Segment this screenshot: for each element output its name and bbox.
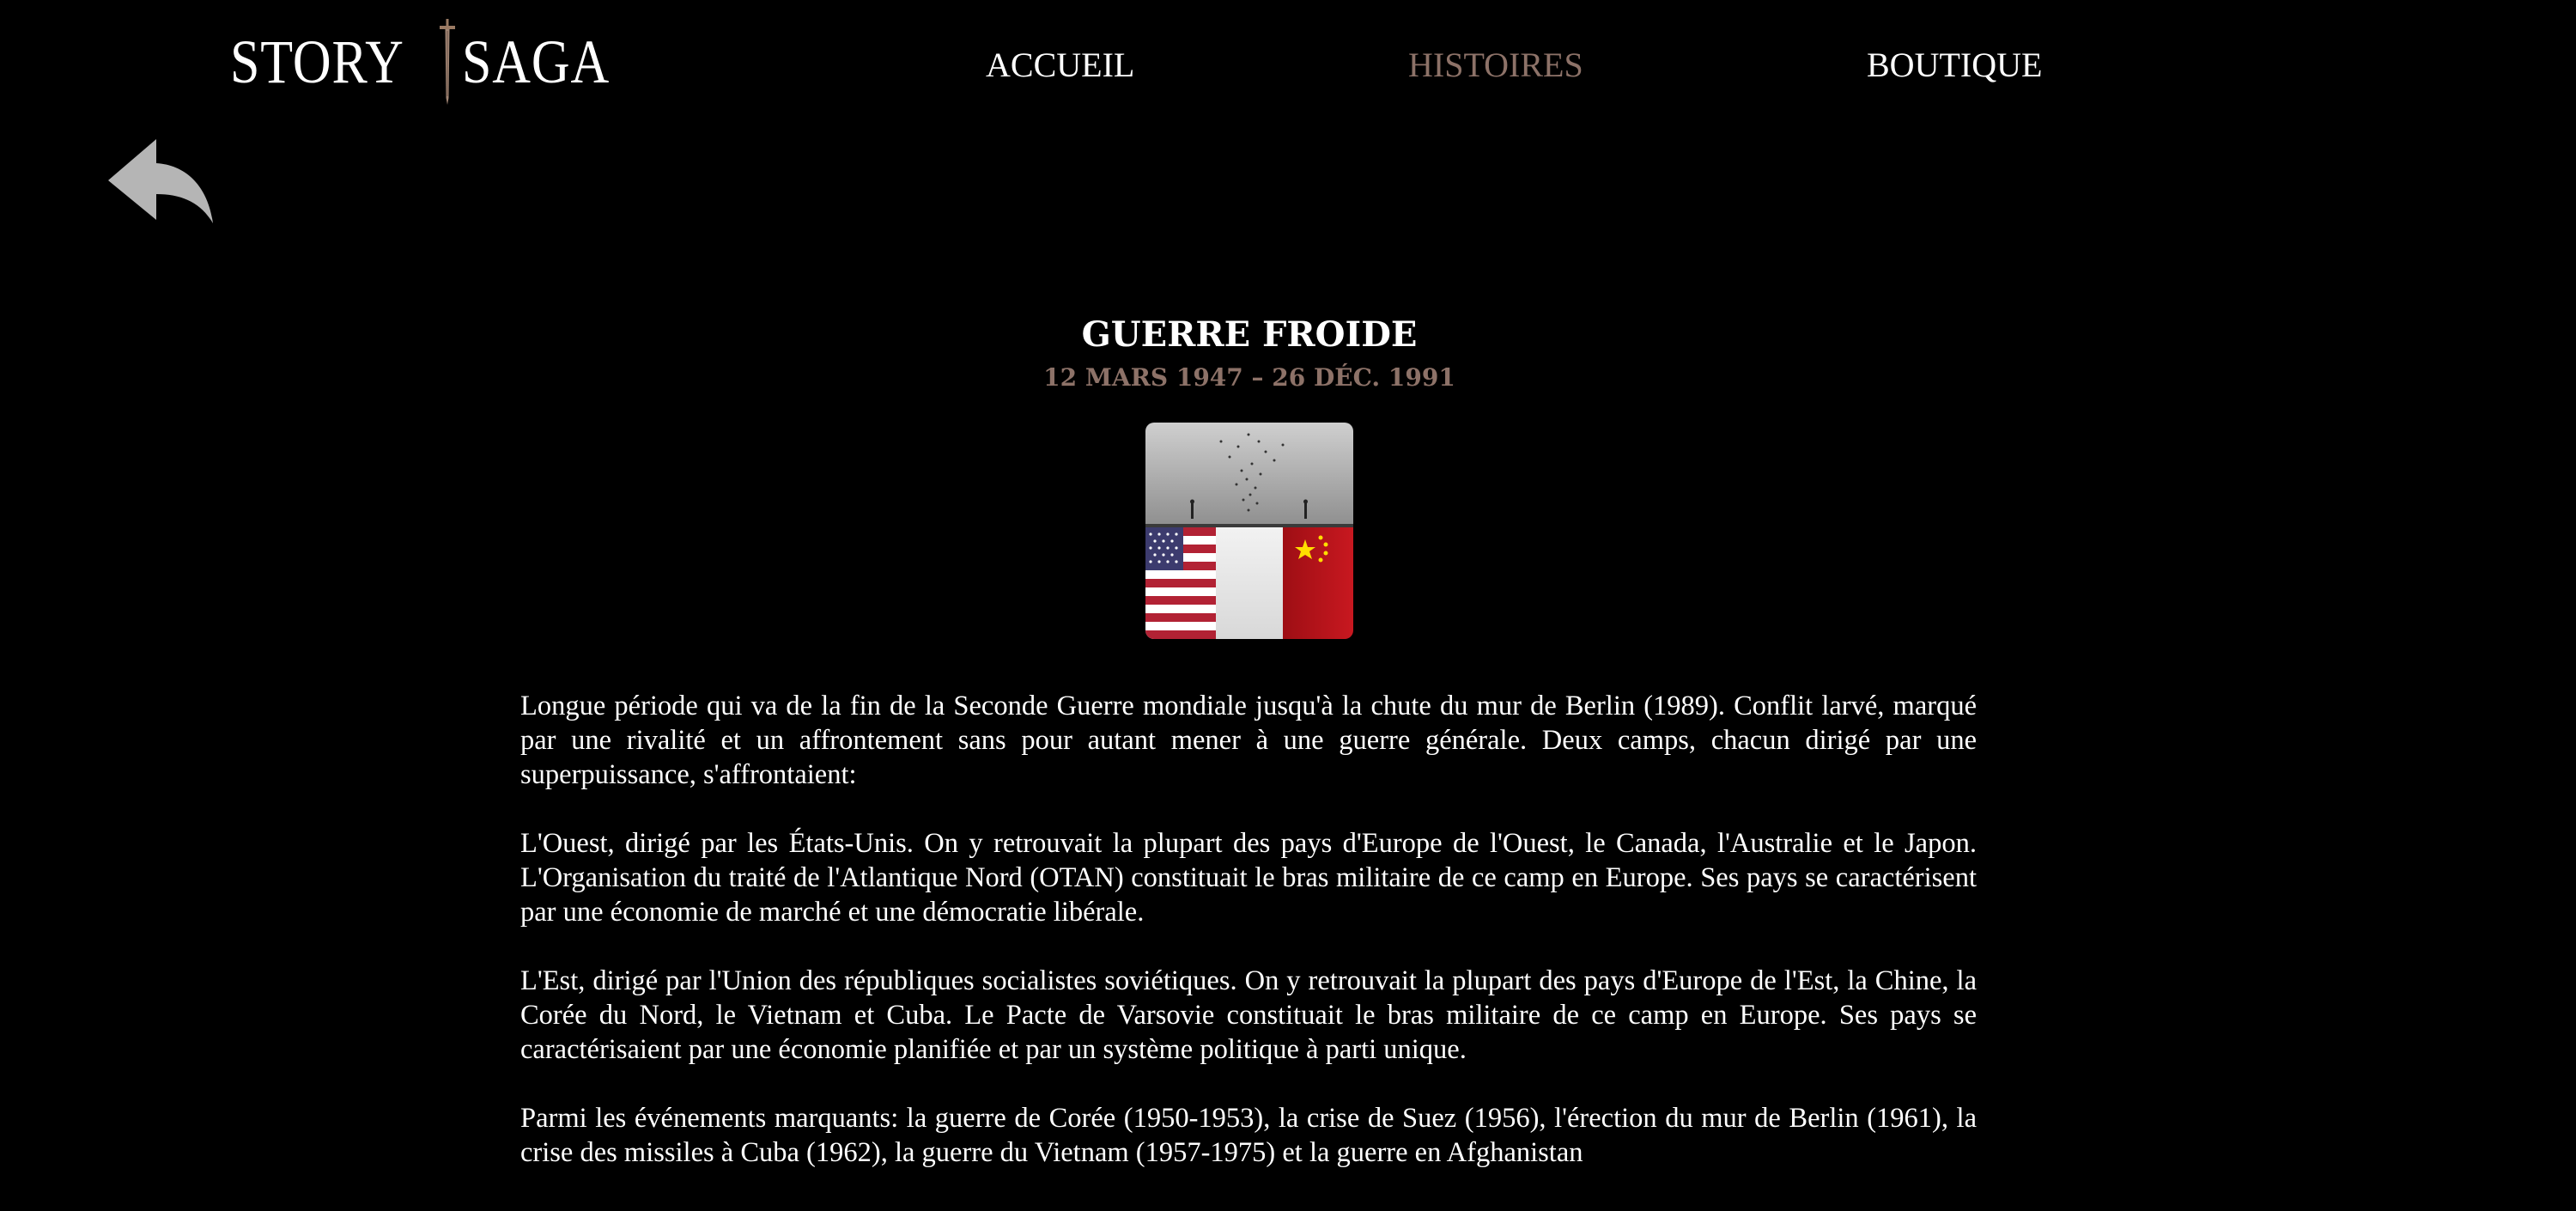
story-paragraph: Longue période qui va de la fin de la Se… <box>520 691 1977 790</box>
nav-histoires[interactable]: HISTOIRES <box>1408 41 1583 89</box>
story-illustration <box>1145 423 1353 639</box>
logo-text-saga: SAGA <box>461 27 610 96</box>
story-title: GUERRE FROIDE <box>1081 314 1418 355</box>
back-button[interactable] <box>106 137 215 228</box>
nav-boutique[interactable]: BOUTIQUE <box>1867 41 2042 89</box>
story-description: Longue période qui va de la fin de la Se… <box>520 689 1977 1204</box>
reply-arrow-icon <box>108 139 213 223</box>
nav-accueil[interactable]: ACCUEIL <box>986 41 1134 89</box>
sword-icon <box>439 19 455 105</box>
site-logo[interactable]: STORY SAGA <box>230 17 634 106</box>
story-paragraph: Parmi les événements marquants: la guerr… <box>520 1103 1977 1168</box>
story-paragraph: L'Est, dirigé par l'Union des république… <box>520 965 1977 1065</box>
logo-text-story: STORY <box>230 27 404 96</box>
story-dates: 12 MARS 1947 – 26 DÉC. 1991 <box>1043 363 1455 392</box>
story-paragraph: L'Ouest, dirigé par les États-Unis. On y… <box>520 828 1977 928</box>
cold-war-flags-illustration <box>1145 423 1353 639</box>
